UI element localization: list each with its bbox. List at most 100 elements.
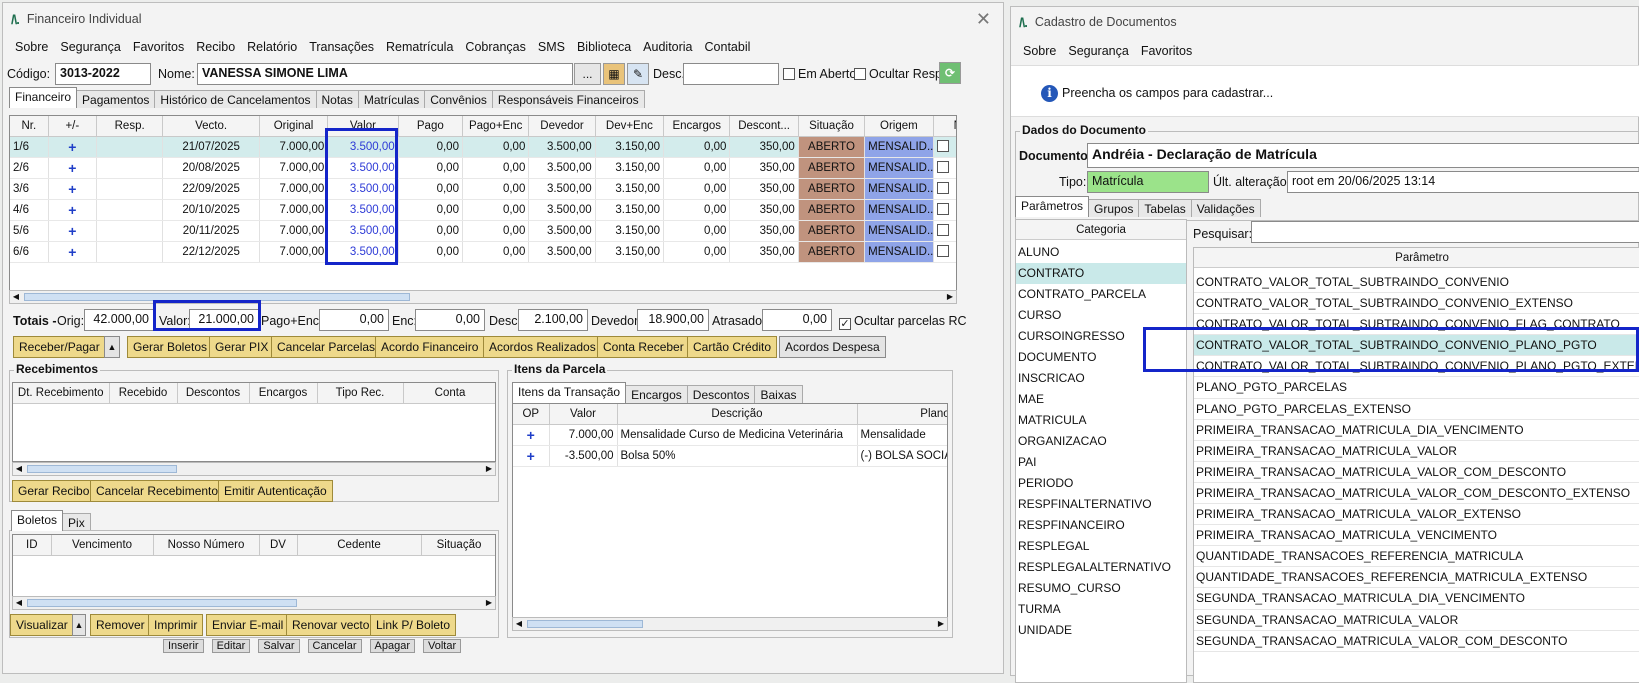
cell-nf[interactable] — [933, 220, 956, 242]
tab-encargos[interactable]: Encargos — [625, 385, 688, 403]
tab-responsaveis-financeiros[interactable]: Responsáveis Financeiros — [491, 90, 645, 108]
table-row[interactable]: 4/6 +20/10/2025 7.000,00 3.500,00 0,00 0,00 3.… — [10, 199, 956, 221]
dropdown-arrow-icon[interactable]: ▲ — [72, 614, 86, 636]
parametro-item[interactable]: CONTRATO_VALOR_TOTAL_SUBTRAINDO_CONVENIO… — [1194, 293, 1639, 315]
table-row[interactable]: 5/6 +20/11/2025 7.000,00 3.500,00 0,00 0,00 3.… — [10, 220, 956, 242]
col-header-origem[interactable]: Origem — [864, 116, 934, 137]
col-header-dv[interactable]: DV — [259, 535, 298, 556]
categoria-item[interactable]: RESUMO_CURSO — [1016, 578, 1186, 599]
refresh-icon[interactable]: ⟳ — [939, 62, 961, 84]
col-header-[interactable]: +/- — [48, 116, 97, 137]
col-header-plano[interactable]: Plano — [857, 404, 947, 425]
cell-nf[interactable] — [933, 136, 956, 158]
menu-recibo[interactable]: Recibo — [190, 40, 241, 54]
acordos-realizados-button[interactable]: Acordos Realizados — [483, 336, 602, 358]
menu-biblioteca[interactable]: Biblioteca — [571, 40, 637, 54]
cell-nf[interactable] — [933, 178, 956, 200]
cell-nf[interactable] — [933, 199, 956, 221]
menu-sobre[interactable]: Sobre — [1017, 44, 1062, 58]
col-header-nr[interactable]: Nr. — [10, 116, 49, 137]
col-header-pago[interactable]: Pago — [398, 116, 463, 137]
tab-pix[interactable]: Pix — [62, 513, 91, 531]
col-header-valor[interactable]: Valor — [549, 404, 618, 425]
categoria-item[interactable]: ORGANIZACAO — [1016, 431, 1186, 452]
menu-rematricula[interactable]: Rematrícula — [380, 40, 459, 54]
itens-scrollbar[interactable]: ◀ ▶ — [512, 617, 948, 631]
emitir-autenticacao-button[interactable]: Emitir Autenticação — [218, 480, 333, 502]
parametro-item[interactable]: PRIMEIRA_TRANSACAO_MATRICULA_VALOR — [1194, 441, 1639, 462]
col-header-id[interactable]: ID — [13, 535, 52, 556]
col-header-resp[interactable]: Resp. — [96, 116, 164, 137]
table-row[interactable]: 1/6 +21/07/2025 7.000,00 3.500,00 0,00 0,00 3.… — [10, 136, 956, 158]
table-row[interactable]: +-3.500,00Bolsa 50%(-) BOLSA SOCIAL — [513, 445, 947, 467]
tipo-field[interactable]: Matrícula — [1087, 171, 1209, 193]
col-header-vencimento[interactable]: Vencimento — [51, 535, 154, 556]
categoria-item[interactable]: INSCRICAO — [1016, 368, 1186, 389]
parametro-item[interactable]: QUANTIDADE_TRANSACOES_REFERENCIA_MATRICU… — [1194, 567, 1639, 589]
link-p-boleto-button[interactable]: Link P/ Boleto — [370, 614, 457, 636]
col-header-pago-enc[interactable]: Pago+Enc — [462, 116, 530, 137]
acordos-despesa-button[interactable]: Acordos Despesa — [779, 336, 886, 358]
categoria-item[interactable]: PAI — [1016, 452, 1186, 473]
col-header-cedente[interactable]: Cedente — [297, 535, 422, 556]
categoria-item[interactable]: PERIODO — [1016, 473, 1186, 494]
col-header-op[interactable]: OP — [513, 404, 550, 425]
ocultar-parcelas-checkbox[interactable]: Ocultar parcelas RC — [839, 314, 967, 330]
table-row[interactable]: 3/6 +22/09/2025 7.000,00 3.500,00 0,00 0,00 3.… — [10, 178, 956, 200]
pesquisar-input[interactable] — [1251, 221, 1639, 243]
categoria-item[interactable]: CONTRATO — [1016, 263, 1186, 284]
categoria-item[interactable]: CURSO — [1016, 305, 1186, 326]
nome-field[interactable]: VANESSA SIMONE LIMA — [197, 63, 573, 85]
col-header-vecto[interactable]: Vecto. — [162, 116, 260, 137]
conta-receber-button[interactable]: Conta Receber — [597, 336, 690, 358]
menu-cobrancas[interactable]: Cobranças — [459, 40, 531, 54]
col-header-descontos[interactable]: Descontos — [177, 383, 250, 404]
cancelar-parcelas-button[interactable]: Cancelar Parcelas — [271, 336, 382, 358]
tab-baixas[interactable]: Baixas — [754, 385, 803, 403]
col-header-original[interactable]: Original — [259, 116, 329, 137]
parcelas-scrollbar[interactable]: ◀ ▶ — [9, 290, 957, 304]
categoria-item[interactable]: CURSOINGRESSO — [1016, 326, 1186, 347]
col-header-nf[interactable]: NF — [933, 116, 956, 137]
col-header-dev-enc[interactable]: Dev+Enc — [595, 116, 665, 137]
parametro-item[interactable]: CONTRATO_VALOR_TOTAL_SUBTRAINDO_CONVENIO… — [1194, 335, 1639, 357]
tab-boletos[interactable]: Boletos — [11, 510, 64, 531]
table-row[interactable]: 2/6 +20/08/2025 7.000,00 3.500,00 0,00 0,00 3.… — [10, 157, 956, 179]
parametro-item[interactable]: SEGUNDA_TRANSACAO_MATRICULA_VALOR — [1194, 610, 1639, 631]
search-name-button[interactable]: ... — [574, 63, 601, 85]
cartao-credito-button[interactable]: Cartão Crédito — [687, 336, 778, 358]
menu-favoritos[interactable]: Favoritos — [1135, 44, 1198, 58]
tab-convenios[interactable]: Convênios — [424, 90, 493, 108]
col-header-dt-recebimento[interactable]: Dt. Recebimento — [13, 383, 110, 404]
categoria-item[interactable]: MATRICULA — [1016, 410, 1186, 431]
parametro-item[interactable]: CONTRATO_VALOR_TOTAL_SUBTRAINDO_CONVENIO… — [1194, 356, 1639, 378]
recebimentos-scrollbar[interactable]: ◀ ▶ — [12, 462, 496, 476]
tab-notas[interactable]: Notas — [315, 90, 359, 108]
col-header-descont[interactable]: Descont... — [729, 116, 799, 137]
parametro-item[interactable]: QUANTIDADE_TRANSACOES_REFERENCIA_MATRICU… — [1194, 546, 1639, 568]
parametro-item[interactable]: PRIMEIRA_TRANSACAO_MATRICULA_VALOR_EXTEN… — [1194, 504, 1639, 526]
col-header-descricao[interactable]: Descrição — [617, 404, 858, 425]
parametro-item[interactable]: PLANO_PGTO_PARCELAS_EXTENSO — [1194, 399, 1639, 420]
dropdown-arrow-icon[interactable]: ▲ — [104, 336, 120, 358]
edit-document-icon[interactable]: ✎ — [627, 63, 649, 85]
table-row[interactable]: 6/6 +22/12/2025 7.000,00 3.500,00 0,00 0,00 3.… — [10, 241, 956, 263]
parametro-item[interactable]: PRIMEIRA_TRANSACAO_MATRICULA_VALOR_COM_D… — [1194, 483, 1639, 505]
boletos-scrollbar[interactable]: ◀ ▶ — [12, 596, 496, 610]
parametro-item[interactable]: PLANO_PGTO_PARCELAS — [1194, 377, 1639, 399]
col-header-encargos[interactable]: Encargos — [249, 383, 318, 404]
folder-icon[interactable]: ▦ — [603, 63, 625, 85]
menu-relatorio[interactable]: Relatório — [241, 40, 303, 54]
col-header-recebido[interactable]: Recebido — [109, 383, 178, 404]
parametro-item[interactable]: PRIMEIRA_TRANSACAO_MATRICULA_DIA_VENCIME… — [1194, 420, 1639, 441]
desc-field[interactable] — [683, 63, 779, 85]
categoria-item[interactable]: RESPLEGALALTERNATIVO — [1016, 557, 1186, 578]
codigo-field[interactable]: 3013-2022 — [55, 63, 151, 85]
tab-pagamentos[interactable]: Pagamentos — [76, 90, 156, 108]
tab-historico-de-cancelamentos[interactable]: Histórico de Cancelamentos — [154, 90, 317, 108]
cell-nf[interactable] — [933, 157, 956, 179]
tab-parametros[interactable]: Parâmetros — [1015, 196, 1090, 217]
menu-sobre[interactable]: Sobre — [9, 40, 54, 54]
col-header-tipo-rec[interactable]: Tipo Rec. — [317, 383, 404, 404]
menu-favoritos[interactable]: Favoritos — [127, 40, 190, 54]
